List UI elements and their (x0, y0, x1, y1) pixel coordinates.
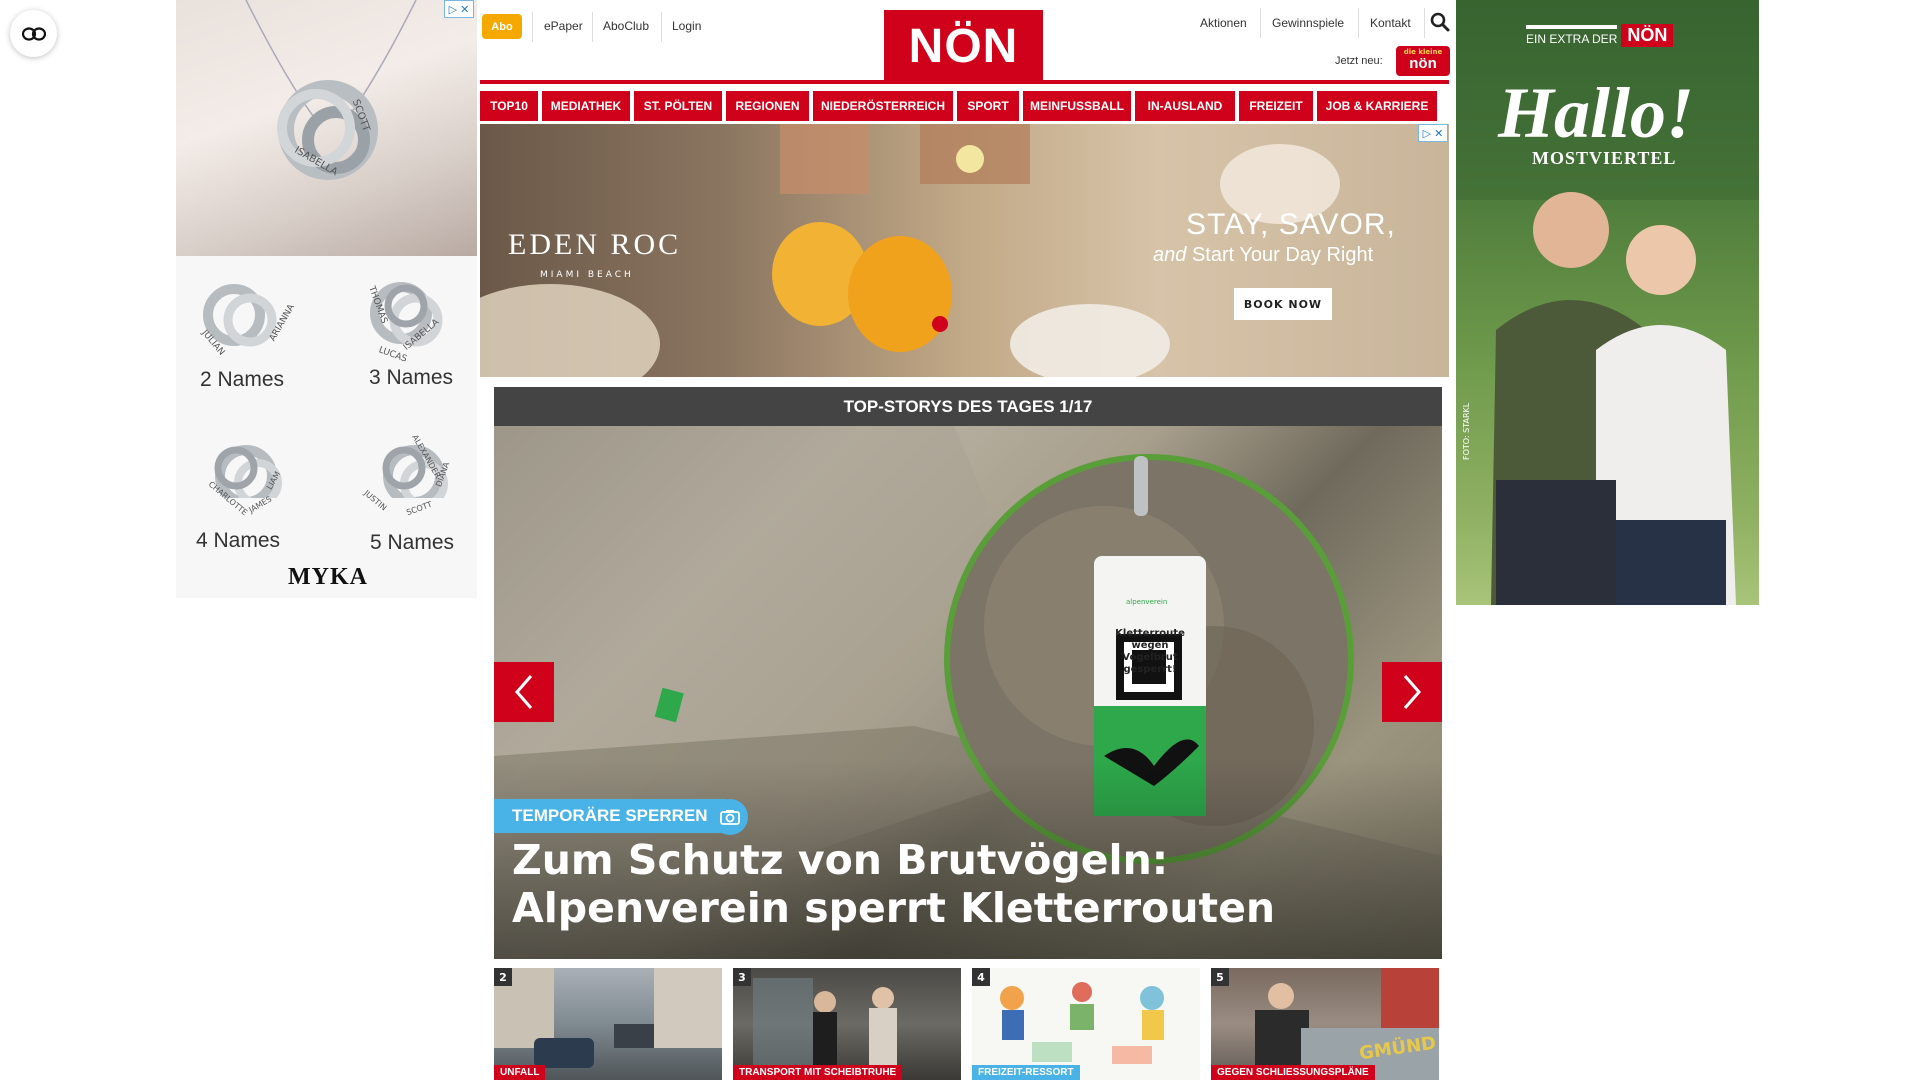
story-thumb[interactable]: GMÜND 5 GEGEN SCHLIESSUNGSPLÄNE (1211, 968, 1439, 1080)
story-thumb[interactable]: 3 TRANSPORT MIT SCHEIBTRUHE (733, 968, 961, 1080)
abo-button[interactable]: Abo (482, 14, 522, 39)
camera-icon (720, 810, 740, 825)
main-navigation: TOP10 MEDIATHEK ST. PÖLTEN REGIONEN NIED… (480, 91, 1449, 121)
ad-extra-logo: NÖN (1621, 24, 1674, 47)
ad-choices-badge[interactable]: ▷ ✕ (444, 0, 474, 18)
epaper-link[interactable]: ePaper (544, 19, 583, 33)
ad-extra-tag: EIN EXTRA DER NÖN (1526, 24, 1674, 47)
header-divider (1260, 8, 1261, 38)
sign-text: Kletterroute wegen Vogelbrut gesperrt! (1115, 628, 1185, 675)
nav-item-in-ausland[interactable]: IN-AUSLAND (1135, 91, 1235, 121)
ad-info-icon: ▷ (1422, 126, 1432, 140)
search-button[interactable] (1430, 12, 1450, 32)
header-divider (532, 12, 533, 42)
jetzt-neu-label: Jetzt neu: (1335, 55, 1383, 67)
top-stories-slider: TOP-STORYS DES TAGES 1/17 Kletterroute w… (494, 387, 1442, 959)
header-divider (1358, 8, 1359, 38)
pendant-name: SCOTT (405, 499, 434, 518)
story-rank: 5 (1211, 968, 1229, 986)
story-rank: 3 (733, 968, 751, 986)
header-divider (1424, 8, 1425, 38)
ad-right-credit: FOTO: STARKL (1462, 402, 1471, 460)
thumb-sign-image (1255, 968, 1439, 1080)
kontakt-link[interactable]: Kontakt (1370, 16, 1411, 30)
ad-extra-prefix: EIN EXTRA DER (1526, 25, 1618, 46)
kleine-noen-badge[interactable]: die kleine nön (1396, 46, 1450, 76)
banner-subheadline-text: Start Your Day Right (1191, 244, 1374, 266)
sign-brand: alpenverein (1126, 598, 1168, 606)
slide-image[interactable]: Kletterroute wegen Vogelbrut gesperrt! a… (494, 426, 1442, 959)
login-link[interactable]: Login (672, 19, 701, 33)
ad-brand-logo: MYKA (288, 564, 368, 590)
ad-close-icon: ✕ (460, 2, 470, 16)
banner-subheadline-em: and (1153, 244, 1187, 266)
story-category: UNFALL (494, 1065, 546, 1080)
thumb-street-image (494, 968, 722, 1068)
ad-choices-badge[interactable]: ▷ ✕ (1418, 124, 1448, 142)
search-icon (1430, 12, 1450, 32)
slider-title: TOP-STORYS DES TAGES 1/17 (494, 387, 1442, 426)
story-thumb[interactable]: 4 FREIZEIT-RESSORT (972, 968, 1200, 1080)
ad-caption: 3 Names (369, 366, 454, 389)
reader-mode-toggle[interactable] (10, 10, 57, 57)
banner-subheadline: and Start Your Day Right (1153, 244, 1373, 267)
nav-item-meinfussball[interactable]: MEINFUSSBALL (1023, 91, 1131, 121)
banner-ad[interactable]: EDEN ROC MIAMI BEACH STAY, SAVOR, and St… (480, 124, 1449, 377)
story-category: GEGEN SCHLIESSUNGSPLÄNE (1211, 1065, 1375, 1080)
ad-necklace-photo: ISABELLA SCOTT (176, 0, 477, 256)
banner-headline: STAY, SAVOR, (1186, 208, 1396, 241)
noen-logo[interactable]: NÖN (884, 10, 1043, 83)
banner-brand-sub: MIAMI BEACH (540, 270, 634, 280)
aboclub-link[interactable]: AboClub (603, 19, 649, 33)
story-rank: 4 (972, 968, 990, 986)
nav-item-st-poelten[interactable]: ST. PÖLTEN (634, 91, 722, 121)
ad-right-title: Hallo! (1498, 73, 1695, 153)
nav-item-regionen[interactable]: REGIONEN (726, 91, 809, 121)
banner-brand: EDEN ROC (508, 228, 682, 261)
chevron-right-icon (1403, 675, 1421, 709)
slider-prev-button[interactable] (494, 662, 554, 722)
story-rank: 2 (494, 968, 512, 986)
ad-caption: 5 Names (370, 531, 455, 554)
slide-headline[interactable]: Zum Schutz von Brutvögeln: Alpenverein s… (512, 836, 1392, 932)
ad-right-subtitle: MOSTVIERTEL (1532, 148, 1677, 168)
nav-item-job-karriere[interactable]: JOB & KARRIERE (1317, 91, 1437, 121)
header-divider (592, 12, 593, 42)
nav-item-niederoesterreich[interactable]: NIEDERÖSTERREICH (813, 91, 953, 121)
story-category: TRANSPORT MIT SCHEIBTRUHE (733, 1065, 903, 1080)
nav-item-top10[interactable]: TOP10 (480, 91, 538, 121)
kleine-badge-bottom: nön (1409, 55, 1437, 72)
thumb-illustration-image (1000, 982, 1164, 1064)
slide-kicker[interactable]: TEMPORÄRE SPERREN (494, 799, 726, 833)
reader-mode-icon (21, 26, 46, 41)
story-category: FREIZEIT-RESSORT (972, 1065, 1080, 1080)
thumb-people-image (753, 978, 897, 1080)
ad-close-icon: ✕ (1434, 126, 1444, 140)
nav-item-mediathek[interactable]: MEDIATHEK (542, 91, 630, 121)
left-sidebar-ad[interactable]: ISABELLA SCOTT ▷ ✕ JULIAN ARIANNA THOMAS … (176, 0, 477, 598)
gallery-badge (712, 799, 748, 835)
right-sidebar-ad[interactable]: EIN EXTRA DER NÖN Hallo! MOSTVIERTEL FOT… (1456, 0, 1759, 605)
gewinnspiele-link[interactable]: Gewinnspiele (1272, 16, 1344, 30)
nav-item-freizeit[interactable]: FREIZEIT (1239, 91, 1313, 121)
nav-item-sport[interactable]: SPORT (957, 91, 1019, 121)
ad-caption: 4 Names (196, 529, 281, 552)
book-now-button[interactable]: BOOK NOW (1234, 288, 1332, 320)
ad-caption: 2 Names (200, 368, 285, 391)
header-divider (661, 12, 662, 42)
ad-info-icon: ▷ (448, 2, 458, 16)
aktionen-link[interactable]: Aktionen (1200, 16, 1247, 30)
slider-next-button[interactable] (1382, 662, 1442, 722)
chevron-left-icon (515, 675, 533, 709)
story-thumb[interactable]: 2 UNFALL (494, 968, 722, 1080)
